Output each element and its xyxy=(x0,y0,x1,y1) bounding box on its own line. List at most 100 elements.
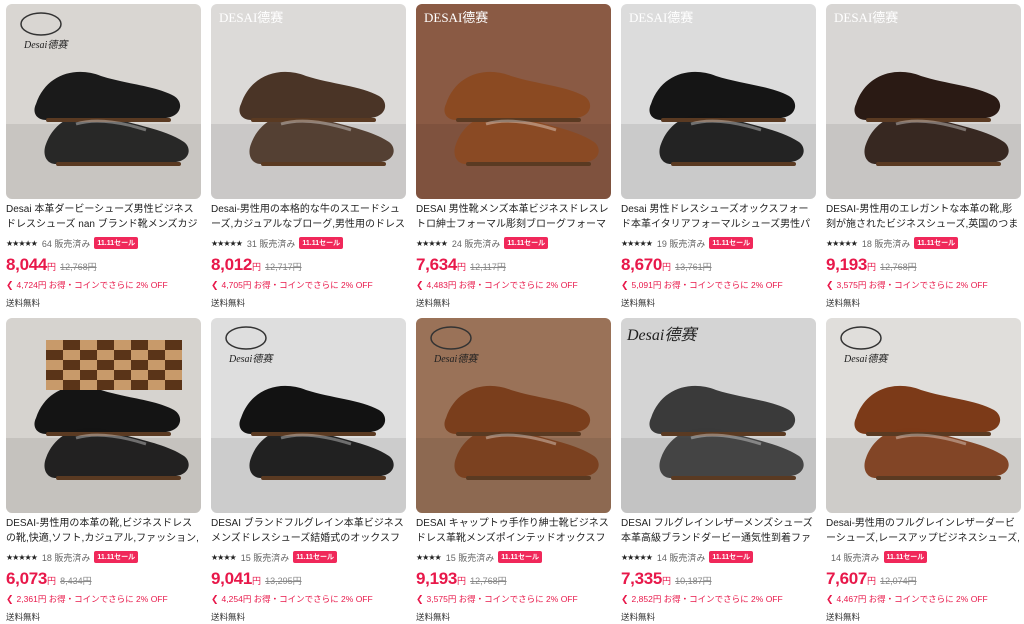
product-image[interactable]: Desai德赛 xyxy=(416,318,611,513)
price-row: 8,044 円 12,768円 xyxy=(6,255,97,275)
original-price: 12,768円 xyxy=(880,262,917,272)
product-title[interactable]: Desai 本革ダービーシューズ男性ビジネスドレスシューズ nan ブランド靴メ… xyxy=(6,202,201,232)
star-rating-icon: ★★★★★ xyxy=(621,552,653,562)
product-image[interactable]: DESAI德赛 xyxy=(416,4,611,199)
sold-count: 18 販売済み xyxy=(861,238,911,249)
coupon-icon: ❮ xyxy=(6,593,14,604)
rating-row: ★★★★ 15 販売済み 11.11セール xyxy=(416,551,542,563)
price-row: 8,012 円 12,717円 xyxy=(211,255,302,275)
sale-badge: 11.11セール xyxy=(914,237,959,249)
free-shipping-label: 送料無料 xyxy=(621,612,656,622)
coupon-row: ❮ 4,724円 お得・コインでさらに 2% OFF xyxy=(6,279,168,291)
coupon-text: 4,705円 お得・コインでさらに 2% OFF xyxy=(221,280,373,290)
original-price: 8,434円 xyxy=(60,576,92,586)
sold-count: 14 販売済み xyxy=(656,552,706,563)
coupon-icon: ❮ xyxy=(416,279,424,290)
sale-badge: 11.11セール xyxy=(299,237,344,249)
product-card[interactable]: DESAI-男性用の本革の靴,ビジネスドレスの靴,快適,ソフト,カジュアル,ファ… xyxy=(6,318,201,624)
svg-text:Desai德赛: Desai德赛 xyxy=(433,353,479,365)
product-title[interactable]: Desai-男性用の本格的な牛のスエードシューズ,カジュアルなブローグ,男性用の… xyxy=(211,202,406,232)
product-image[interactable]: DESAI德赛 xyxy=(826,4,1021,199)
svg-text:DESAI德赛: DESAI德赛 xyxy=(219,10,283,25)
product-card[interactable]: DESAI德赛 DESAI-男性用のエレガントな本革の靴,彫刻が施されたビジネス… xyxy=(826,4,1021,310)
product-card[interactable]: DESAI德赛 DESAI 男性靴メンズ本革ビジネスドレスレトロ紳士フォーマル彫… xyxy=(416,4,611,310)
svg-text:Desai德赛: Desai德赛 xyxy=(626,326,699,344)
rating-row: ★★★★★ 64 販売済み 11.11セール xyxy=(6,237,139,249)
product-title[interactable]: Desai 男性ドレスシューズオックスフォード本革イタリアフォーマルシューズ男性… xyxy=(621,202,816,232)
product-card[interactable]: DESAI德赛 Desai-男性用の本格的な牛のスエードシューズ,カジュアルなブ… xyxy=(211,4,406,310)
coupon-icon: ❮ xyxy=(6,279,14,290)
product-title[interactable]: DESAI 男性靴メンズ本革ビジネスドレスレトロ紳士フォーマル彫刻ブローグフォー… xyxy=(416,202,611,232)
product-card[interactable]: Desai德赛 Desai 本革ダービーシューズ男性ビジネスドレスシューズ na… xyxy=(6,4,201,310)
coupon-text: 5,091円 お得・コインでさらに 2% OFF xyxy=(631,280,783,290)
rating-row: ★★★★★ 18 販売済み 11.11セール xyxy=(826,237,959,249)
currency-label: 円 xyxy=(867,576,877,586)
rating-row: ★★★★★ 19 販売済み 11.11セール xyxy=(621,237,754,249)
star-rating-icon: ★★★★★ xyxy=(6,238,38,248)
rating-row: ★★★★★ 14 販売済み 11.11セール xyxy=(621,551,754,563)
product-card[interactable]: DESAI德赛 Desai 男性ドレスシューズオックスフォード本革イタリアフォー… xyxy=(621,4,816,310)
price-row: 7,607 円 12,074円 xyxy=(826,569,917,589)
coupon-row: ❮ 3,575円 お得・コインでさらに 2% OFF xyxy=(826,279,988,291)
coupon-text: 2,361円 お得・コインでさらに 2% OFF xyxy=(16,594,168,604)
sale-price: 6,073 xyxy=(6,569,48,588)
product-image[interactable]: DESAI德赛 xyxy=(621,4,816,199)
desai-text-logo-icon: DESAI德赛 xyxy=(629,10,693,25)
sale-badge: 11.11セール xyxy=(504,237,549,249)
product-title[interactable]: DESAI ブランドフルグレイン本革ビジネスメンズドレスシューズ結婚式のオックス… xyxy=(211,516,406,546)
rating-row: 14 販売済み 11.11セール xyxy=(826,551,928,563)
sold-count: 24 販売済み xyxy=(451,238,501,249)
rating-row: ★★★★★ 24 販売済み 11.11セール xyxy=(416,237,549,249)
coupon-row: ❮ 3,575円 お得・コインでさらに 2% OFF xyxy=(416,593,578,605)
coupon-icon: ❮ xyxy=(826,593,834,604)
svg-text:DESAI德赛: DESAI德赛 xyxy=(629,10,693,25)
desai-script-logo-icon: Desai德赛 xyxy=(626,326,699,344)
sale-price: 8,044 xyxy=(6,255,48,274)
product-image[interactable]: Desai德赛 xyxy=(211,318,406,513)
product-title[interactable]: DESAI フルグレインレザーメンズシューズ本革高級ブランドダービー通気性到着フ… xyxy=(621,516,816,546)
product-image[interactable] xyxy=(6,318,201,513)
currency-label: 円 xyxy=(867,262,877,272)
desai-text-logo-icon: DESAI德赛 xyxy=(219,10,283,25)
currency-label: 円 xyxy=(47,576,57,586)
svg-text:Desai德赛: Desai德赛 xyxy=(23,39,69,51)
currency-label: 円 xyxy=(457,262,467,272)
sale-badge: 11.11セール xyxy=(94,237,139,249)
coupon-text: 4,254円 お得・コインでさらに 2% OFF xyxy=(221,594,373,604)
sale-badge: 11.11セール xyxy=(883,551,928,563)
product-title[interactable]: Desai-男性用のフルグレインレザーダービーシューズ,レースアップビジネスシュ… xyxy=(826,516,1021,546)
product-image[interactable]: Desai德赛 xyxy=(826,318,1021,513)
price-row: 7,634 円 12,117円 xyxy=(416,255,506,275)
svg-text:Desai德赛: Desai德赛 xyxy=(843,353,889,365)
sold-count: 64 販売済み xyxy=(41,238,91,249)
sale-badge: 11.11セール xyxy=(94,551,139,563)
currency-label: 円 xyxy=(252,262,262,272)
svg-text:DESAI德赛: DESAI德赛 xyxy=(834,10,898,25)
product-card[interactable]: Desai德赛 DESAI フルグレインレザーメンズシューズ本革高級ブランドダー… xyxy=(621,318,816,624)
sold-count: 15 販売済み xyxy=(445,552,495,563)
coupon-icon: ❮ xyxy=(826,279,834,290)
sale-badge: 11.11セール xyxy=(498,551,542,563)
free-shipping-label: 送料無料 xyxy=(621,298,656,308)
product-title[interactable]: DESAI-男性用のエレガントな本革の靴,彫刻が施されたビジネスシューズ,英国の… xyxy=(826,202,1021,232)
product-image[interactable]: Desai德赛 xyxy=(6,4,201,199)
coupon-row: ❮ 2,852円 お得・コインでさらに 2% OFF xyxy=(621,593,783,605)
price-row: 7,335 円 10,187円 xyxy=(621,569,712,589)
product-title[interactable]: DESAI-男性用の本革の靴,ビジネスドレスの靴,快適,ソフト,カジュアル,ファ… xyxy=(6,516,201,546)
star-rating-icon: ★★★★★ xyxy=(6,552,38,562)
product-card[interactable]: Desai德赛 Desai-男性用のフルグレインレザーダービーシューズ,レースア… xyxy=(826,318,1021,624)
free-shipping-label: 送料無料 xyxy=(6,612,41,622)
product-image[interactable]: DESAI德赛 xyxy=(211,4,406,199)
product-image[interactable]: Desai德赛 xyxy=(621,318,816,513)
sale-price: 9,193 xyxy=(416,569,458,588)
free-shipping-label: 送料無料 xyxy=(416,298,451,308)
sale-price: 8,012 xyxy=(211,255,253,274)
product-card[interactable]: Desai德赛 DESAI ブランドフルグレイン本革ビジネスメンズドレスシューズ… xyxy=(211,318,406,624)
price-row: 8,670 円 13,761円 xyxy=(621,255,712,275)
product-title[interactable]: DESAI キャップトゥ手作り紳士靴ビジネスドレス革靴メンズポインテッドオックス… xyxy=(416,516,611,546)
star-rating-icon: ★★★★ xyxy=(416,552,442,562)
price-row: 9,041 円 13,295円 xyxy=(211,569,302,589)
rating-row: ★★★★ 15 販売済み 11.11セール xyxy=(211,551,337,563)
product-card[interactable]: Desai德赛 DESAI キャップトゥ手作り紳士靴ビジネスドレス革靴メンズポイ… xyxy=(416,318,611,624)
original-price: 10,187円 xyxy=(675,576,712,586)
